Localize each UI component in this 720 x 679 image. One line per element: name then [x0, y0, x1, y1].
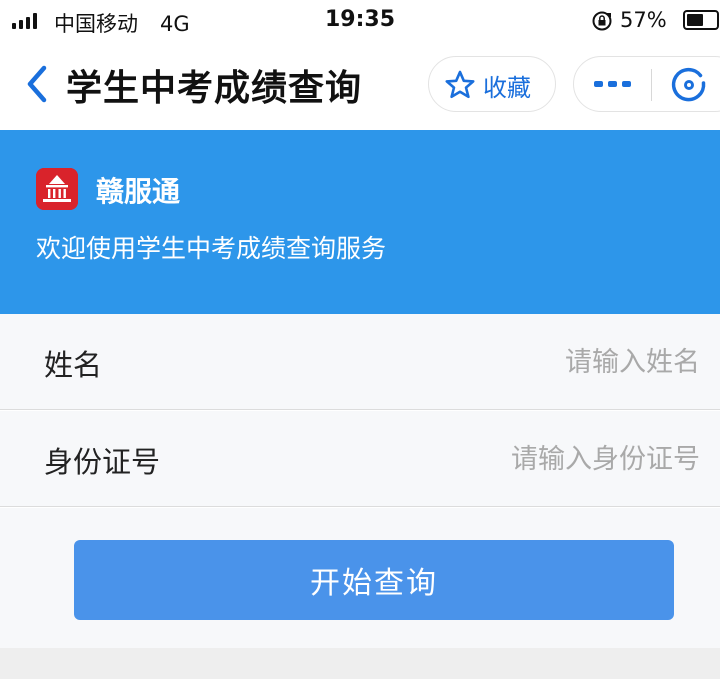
- id-number-input[interactable]: [370, 435, 700, 483]
- submit-area: 开始查询: [0, 508, 720, 648]
- id-number-field-row: 身份证号: [0, 411, 720, 507]
- status-bar: 中国移动 4G 19:35 57%: [0, 0, 720, 42]
- start-query-button[interactable]: 开始查询: [74, 540, 674, 620]
- service-banner: 赣服通 欢迎使用学生中考成绩查询服务: [0, 130, 720, 314]
- name-field-row: 姓名: [0, 314, 720, 410]
- navigation-bar: 学生中考成绩查询 收藏: [0, 42, 720, 130]
- ganfutong-logo: [36, 168, 78, 210]
- name-label: 姓名: [44, 348, 103, 382]
- page-footer-space: [0, 648, 720, 679]
- rotation-lock-icon: [592, 11, 612, 31]
- brand-name: 赣服通: [96, 175, 181, 208]
- id-number-label: 身份证号: [44, 445, 161, 479]
- battery-percentage: 57%: [620, 8, 667, 32]
- back-arrow-icon[interactable]: [22, 64, 52, 104]
- close-icon[interactable]: [669, 65, 709, 105]
- favorite-label: 收藏: [483, 74, 531, 102]
- mini-program-capsule: [573, 56, 720, 112]
- favorite-button[interactable]: 收藏: [428, 56, 556, 112]
- name-input[interactable]: [370, 338, 700, 386]
- star-icon: [445, 70, 475, 99]
- battery-icon: [683, 10, 719, 30]
- capsule-divider: [651, 69, 652, 101]
- more-dots-icon[interactable]: [594, 81, 631, 87]
- battery-level-fill: [687, 14, 703, 26]
- welcome-message: 欢迎使用学生中考成绩查询服务: [36, 234, 387, 263]
- page-title: 学生中考成绩查询: [66, 68, 363, 109]
